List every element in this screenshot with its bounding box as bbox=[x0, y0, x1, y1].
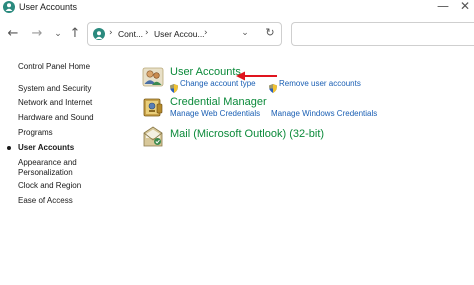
title-bar: User Accounts — ✕ bbox=[0, 0, 474, 15]
nav-control-panel-home[interactable]: Control Panel Home bbox=[18, 62, 90, 72]
credential-manager-heading-link[interactable]: Credential Manager bbox=[170, 96, 267, 108]
minimize-button[interactable]: — bbox=[436, 0, 450, 14]
nav-clock-and-region[interactable]: Clock and Region bbox=[18, 181, 81, 191]
active-item-bullet bbox=[7, 146, 11, 150]
forward-arrow-icon[interactable]: → bbox=[29, 26, 45, 42]
group-mail: Mail (Microsoft Outlook) (32-bit) bbox=[142, 126, 442, 150]
nav-hardware-and-sound[interactable]: Hardware and Sound bbox=[18, 113, 94, 123]
left-navigation: Control Panel Home System and Security N… bbox=[0, 53, 120, 285]
recent-locations-chevron-icon[interactable]: ⌄ bbox=[50, 26, 66, 42]
refresh-icon[interactable]: ↻ bbox=[264, 27, 276, 39]
breadcrumb-control-panel[interactable]: Cont... bbox=[118, 28, 143, 40]
manage-windows-credentials-link[interactable]: Manage Windows Credentials bbox=[271, 109, 377, 119]
manage-web-credentials-link[interactable]: Manage Web Credentials bbox=[170, 109, 260, 119]
breadcrumb-separator-icon: › bbox=[109, 28, 113, 38]
nav-appearance-and-personalization[interactable]: Appearance and Personalization bbox=[18, 158, 98, 178]
group-credential-manager: Credential Manager Manage Web Credential… bbox=[142, 96, 442, 122]
search-input[interactable] bbox=[291, 22, 474, 46]
user-accounts-location-icon bbox=[93, 28, 105, 40]
users-icon[interactable] bbox=[142, 66, 164, 88]
remove-user-accounts-link[interactable]: Remove user accounts bbox=[279, 79, 361, 89]
nav-system-and-security[interactable]: System and Security bbox=[18, 84, 91, 94]
nav-ease-of-access[interactable]: Ease of Access bbox=[18, 196, 73, 206]
close-button[interactable]: ✕ bbox=[458, 0, 472, 14]
address-dropdown-chevron-icon[interactable]: ⌄ bbox=[240, 28, 250, 38]
back-arrow-icon[interactable]: ← bbox=[5, 26, 21, 42]
breadcrumb-user-accounts[interactable]: User Accou... bbox=[154, 28, 205, 40]
user-accounts-heading-link[interactable]: User Accounts bbox=[170, 66, 241, 78]
credential-manager-icon[interactable] bbox=[142, 96, 164, 118]
window-title: User Accounts bbox=[19, 2, 78, 12]
nav-network-and-internet[interactable]: Network and Internet bbox=[18, 98, 92, 108]
group-user-accounts: User Accounts Change account type Remove… bbox=[142, 66, 442, 93]
breadcrumb-separator-icon: › bbox=[145, 28, 149, 38]
mail-icon[interactable] bbox=[142, 126, 164, 148]
user-accounts-app-icon bbox=[3, 1, 15, 13]
nav-programs[interactable]: Programs bbox=[18, 128, 53, 138]
nav-user-accounts[interactable]: User Accounts bbox=[18, 143, 74, 153]
mail-heading-link[interactable]: Mail (Microsoft Outlook) (32-bit) bbox=[170, 128, 324, 140]
address-bar[interactable]: › Cont... › User Accou... › bbox=[87, 22, 282, 46]
uac-shield-icon bbox=[170, 80, 178, 93]
up-arrow-icon[interactable]: ↑ bbox=[67, 26, 83, 42]
breadcrumb-separator-icon: › bbox=[204, 28, 208, 38]
navigation-toolbar: ← → ⌄ ↑ › Cont... › User Accou... › ⌄ ↻ bbox=[0, 15, 474, 53]
annotation-arrow-icon bbox=[236, 68, 278, 86]
